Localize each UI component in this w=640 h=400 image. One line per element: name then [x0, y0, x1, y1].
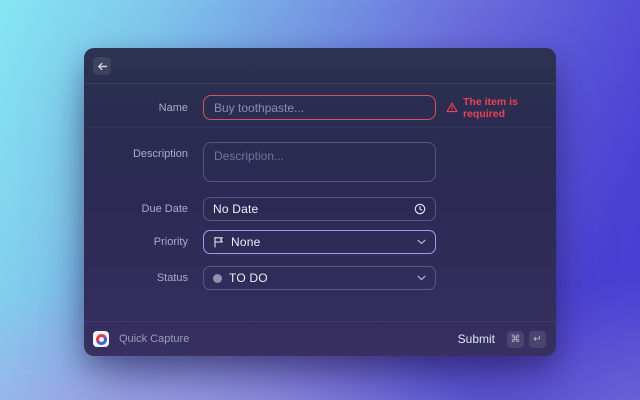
- description-textarea[interactable]: [203, 142, 436, 182]
- priority-row: Priority None: [84, 230, 556, 254]
- name-label: Name: [84, 102, 203, 114]
- name-input[interactable]: [203, 95, 436, 120]
- section-divider: [84, 127, 556, 128]
- app-name: Quick Capture: [119, 333, 189, 345]
- window-footer: Quick Capture Submit ⌘ ↵: [84, 321, 556, 356]
- status-dot-icon: [213, 274, 222, 283]
- priority-value: None: [231, 235, 261, 249]
- priority-label: Priority: [84, 236, 203, 248]
- chevron-down-icon: [417, 275, 426, 281]
- description-row: Description: [84, 142, 556, 182]
- return-key-icon: ↵: [529, 331, 546, 348]
- flag-icon: [213, 236, 224, 248]
- submit-button[interactable]: Submit: [458, 332, 495, 346]
- back-button[interactable]: [93, 57, 111, 75]
- due-date-row: Due Date No Date: [84, 197, 556, 221]
- name-row: Name The item is required: [84, 88, 556, 127]
- warning-icon: [446, 102, 458, 113]
- status-value: TO DO: [229, 271, 268, 285]
- description-label: Description: [84, 142, 203, 160]
- chevron-down-icon: [417, 239, 426, 245]
- app-logo-icon: [93, 331, 109, 347]
- due-date-label: Due Date: [84, 203, 203, 215]
- status-select[interactable]: TO DO: [203, 266, 436, 290]
- command-key-icon: ⌘: [507, 331, 524, 348]
- due-date-field[interactable]: No Date: [203, 197, 436, 221]
- desktop-background: Name The item is required Description: [0, 0, 640, 400]
- name-error: The item is required: [446, 96, 556, 120]
- quick-capture-window: Name The item is required Description: [84, 48, 556, 356]
- error-message: The item is required: [463, 96, 556, 120]
- status-label: Status: [84, 272, 203, 284]
- priority-select[interactable]: None: [203, 230, 436, 254]
- arrow-left-icon: [97, 61, 108, 72]
- status-row: Status TO DO: [84, 266, 556, 290]
- window-header: [84, 48, 556, 84]
- due-date-value: No Date: [213, 202, 258, 216]
- clock-icon: [414, 203, 426, 215]
